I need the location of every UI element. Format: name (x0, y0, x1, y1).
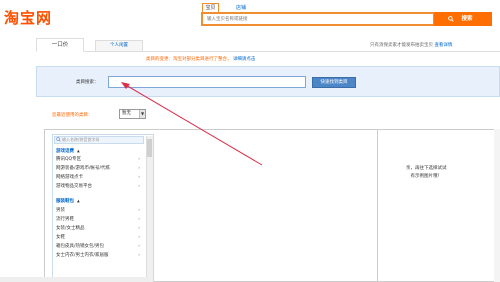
search-button-label: 搜索 (461, 16, 473, 22)
chevron-right-icon: › (138, 166, 140, 171)
list-scrollbar[interactable] (146, 136, 153, 282)
tip-line-2: 有示例图片哦！ (410, 174, 443, 179)
list-item[interactable]: 女士内衣/男士内衣/家居服 › (56, 252, 142, 260)
chevron-right-icon: › (138, 253, 140, 258)
list-item-label: 女装/女士精品 (56, 226, 85, 231)
list-item[interactable]: 男装 › (56, 207, 142, 215)
search-icon (448, 16, 454, 22)
category-search-input[interactable] (108, 76, 306, 88)
caret-up-icon: ▲ (77, 199, 80, 203)
chevron-right-icon: › (138, 157, 140, 162)
chevron-right-icon: › (138, 208, 140, 213)
list-item-label: 女士内衣/男士内衣/家居服 (56, 253, 109, 258)
find-category-button[interactable]: 快速找到类目 (312, 77, 356, 88)
chevron-right-icon: › (138, 226, 140, 231)
footer-strip (0, 277, 150, 282)
tab-fixed-price[interactable]: 一口价 (36, 38, 84, 52)
search-input[interactable] (201, 12, 435, 26)
list-item-label: 游戏物品交易平台 (56, 184, 92, 189)
list-scrollbar-thumb[interactable] (147, 139, 152, 157)
chevron-right-icon: › (138, 184, 140, 189)
list-group-label: 服装鞋包 (56, 199, 74, 204)
search-icon (56, 137, 61, 142)
list-group-apparel[interactable]: 服装鞋包 ▲ (56, 197, 142, 205)
list-group-games[interactable]: 游戏话费 ▲ (56, 147, 142, 155)
chevron-right-icon: › (138, 217, 140, 222)
list-item[interactable]: 女鞋 › (56, 234, 142, 242)
list-item-label: 男装 (56, 208, 65, 213)
category-search-label: 类目搜索： (76, 80, 99, 85)
tab-divider (36, 51, 500, 52)
list-item[interactable]: 女装/女士精品 › (56, 225, 142, 233)
auction-details-link[interactable]: 查看详情 (434, 43, 452, 48)
chevron-right-icon: › (138, 175, 140, 180)
list-item-label: 网络游戏点卡 (56, 175, 83, 180)
list-group-label: 游戏话费 (56, 149, 74, 154)
chevron-right-icon: › (138, 244, 140, 249)
list-item-label: 流行男鞋 (56, 217, 74, 222)
list-item-label: 箱包皮具/热销女包/男包 (56, 244, 105, 249)
notice-details-link[interactable]: 详细请点击 (233, 57, 256, 62)
chevron-right-icon: › (138, 235, 140, 240)
list-item-label: 网游装备/游戏币/帐号/代练 (56, 166, 111, 171)
example-tip: 亲，再往下选择试试 有示例图片哦！ (406, 165, 447, 181)
category-filter-input[interactable]: 输入名称/拼音首字母 (54, 136, 144, 144)
category-change-notice: 类目的变更：淘宝对部分类目进行了整合， 详细请点击 (146, 56, 255, 62)
search-tab-items[interactable]: 宝贝 (202, 3, 219, 12)
list-item[interactable]: 游戏物品交易平台 › (56, 183, 142, 191)
chevron-down-icon[interactable]: ▼ (139, 110, 145, 118)
search-button[interactable]: 搜索 (434, 12, 492, 26)
list-item-label: 女鞋 (56, 235, 65, 240)
column-divider (377, 129, 378, 282)
list-item[interactable]: 流行男鞋 › (56, 216, 142, 224)
auction-note: 只有消保卖家才能发布拍卖宝贝 查看详情 (370, 42, 452, 48)
auction-note-text: 只有消保卖家才能发布拍卖宝贝 (370, 43, 433, 48)
list-item-label: 腾讯QQ专区 (56, 157, 82, 162)
tip-line-1: 亲，再往下选择试试 (406, 166, 447, 171)
list-item[interactable]: 腾讯QQ专区 › (56, 156, 142, 164)
recent-categories-label: 您最近使用的类目： (52, 113, 93, 118)
tab-personal-idle[interactable]: 个人闲置 (95, 40, 143, 51)
taobao-logo[interactable]: 淘宝网 (4, 7, 52, 28)
notice-text: 类目的变更：淘宝对部分类目进行了整合， (146, 57, 232, 62)
caret-up-icon: ▲ (77, 149, 80, 153)
right-scrollbar[interactable] (494, 129, 500, 282)
list-item[interactable]: 网游装备/游戏币/帐号/代练 › (56, 165, 142, 173)
search-tab-shops[interactable]: 店铺 (236, 4, 246, 11)
list-item[interactable]: 网络游戏点卡 › (56, 174, 142, 182)
list-item[interactable]: 箱包皮具/热销女包/男包 › (56, 243, 142, 251)
